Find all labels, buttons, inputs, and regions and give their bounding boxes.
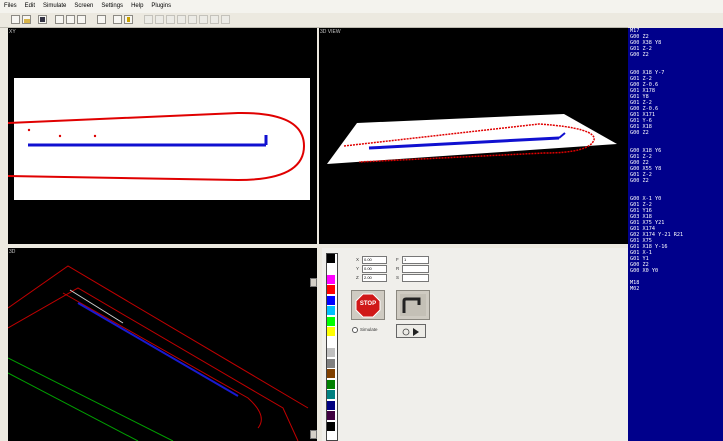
f-field[interactable]: 1	[402, 256, 429, 264]
tool-path-button[interactable]	[396, 290, 430, 320]
copy-icon[interactable]	[66, 15, 75, 24]
simulate-radio[interactable]	[352, 327, 358, 333]
menu-simulate[interactable]: Simulate	[39, 0, 70, 13]
palette-swatch[interactable]	[327, 380, 335, 389]
step-forward-button[interactable]	[396, 324, 426, 338]
xy-view-canvas	[8, 78, 310, 200]
cut-icon[interactable]	[55, 15, 64, 24]
stop-button[interactable]: STOP	[351, 290, 385, 320]
z-label: Z	[356, 275, 359, 280]
3d-view-title: 3D VIEW	[320, 29, 341, 35]
view-4-icon[interactable]	[177, 15, 186, 24]
view-5-icon[interactable]	[188, 15, 197, 24]
tool-path-icon	[400, 294, 426, 316]
menu-files[interactable]: Files	[0, 0, 21, 13]
gcode-line: M02	[630, 286, 640, 292]
palette-swatch[interactable]	[327, 296, 335, 305]
palette-swatch[interactable]	[327, 411, 335, 420]
r-label: R	[396, 266, 400, 271]
y-label: Y	[356, 266, 360, 271]
f-label: F	[396, 257, 399, 262]
help-icon[interactable]	[124, 15, 133, 24]
xy-view-pane[interactable]: XY	[8, 28, 317, 244]
palette-swatch[interactable]	[327, 359, 335, 368]
menu-edit[interactable]: Edit	[21, 0, 39, 13]
scroll-handle-bottom[interactable]	[310, 430, 317, 439]
z-field[interactable]: 2.00	[362, 274, 387, 282]
xy-view-title: XY	[9, 29, 16, 35]
menu-help[interactable]: Help	[127, 0, 147, 13]
palette-swatch[interactable]	[327, 401, 335, 410]
menu-screen[interactable]: Screen	[70, 0, 97, 13]
wireframe-canvas	[8, 265, 309, 441]
y-field[interactable]: 0.00	[362, 265, 387, 273]
palette-swatch[interactable]	[327, 327, 335, 336]
stop-label: STOP	[359, 301, 377, 307]
view-1-icon[interactable]	[144, 15, 153, 24]
palette-swatch[interactable]	[327, 275, 335, 284]
view-2-icon[interactable]	[155, 15, 164, 24]
toolbar	[0, 13, 628, 28]
palette-swatch[interactable]	[327, 317, 335, 326]
view-7-icon[interactable]	[210, 15, 219, 24]
undo-icon[interactable]	[97, 15, 106, 24]
paste-icon[interactable]	[77, 15, 86, 24]
save-icon[interactable]	[38, 15, 47, 24]
menu-bar: Files Edit Simulate Screen Settings Help Plugi…	[0, 0, 723, 13]
s-label: S	[396, 275, 400, 280]
x-label: X	[356, 257, 360, 262]
3d-view-canvas	[327, 114, 617, 164]
wireframe-view-title: 3D	[9, 249, 16, 255]
view-6-icon[interactable]	[199, 15, 208, 24]
palette-swatch[interactable]	[327, 369, 335, 378]
view-8-icon[interactable]	[221, 15, 230, 24]
palette-swatch[interactable]	[327, 390, 335, 399]
view-3-icon[interactable]	[166, 15, 175, 24]
palette-swatch[interactable]	[327, 254, 335, 263]
simulate-radio-label: Simulate	[360, 327, 378, 332]
print-icon[interactable]	[113, 15, 122, 24]
menu-plugins[interactable]: Plugins	[147, 0, 175, 13]
palette-swatch[interactable]	[327, 348, 335, 357]
play-icon	[402, 328, 419, 336]
palette-swatch[interactable]	[327, 422, 335, 431]
scroll-handle[interactable]	[310, 278, 317, 287]
s-field[interactable]	[402, 274, 429, 282]
palette-swatch[interactable]	[327, 285, 335, 294]
palette-swatch[interactable]	[327, 264, 335, 273]
open-icon[interactable]	[22, 15, 31, 24]
new-icon[interactable]	[11, 15, 20, 24]
palette-swatch[interactable]	[327, 338, 335, 347]
x-field[interactable]: 0.00	[362, 256, 387, 264]
menu-settings[interactable]: Settings	[97, 0, 127, 13]
gcode-listing[interactable]: M17 G00 Z2 G00 X38 Y8 G01 Z-2 G00 Z2 G00…	[628, 28, 723, 441]
r-field[interactable]	[402, 265, 429, 273]
palette-swatch[interactable]	[327, 306, 335, 315]
wireframe-view-pane[interactable]: 3D	[8, 248, 317, 441]
3d-view-pane[interactable]: 3D VIEW	[319, 28, 628, 244]
